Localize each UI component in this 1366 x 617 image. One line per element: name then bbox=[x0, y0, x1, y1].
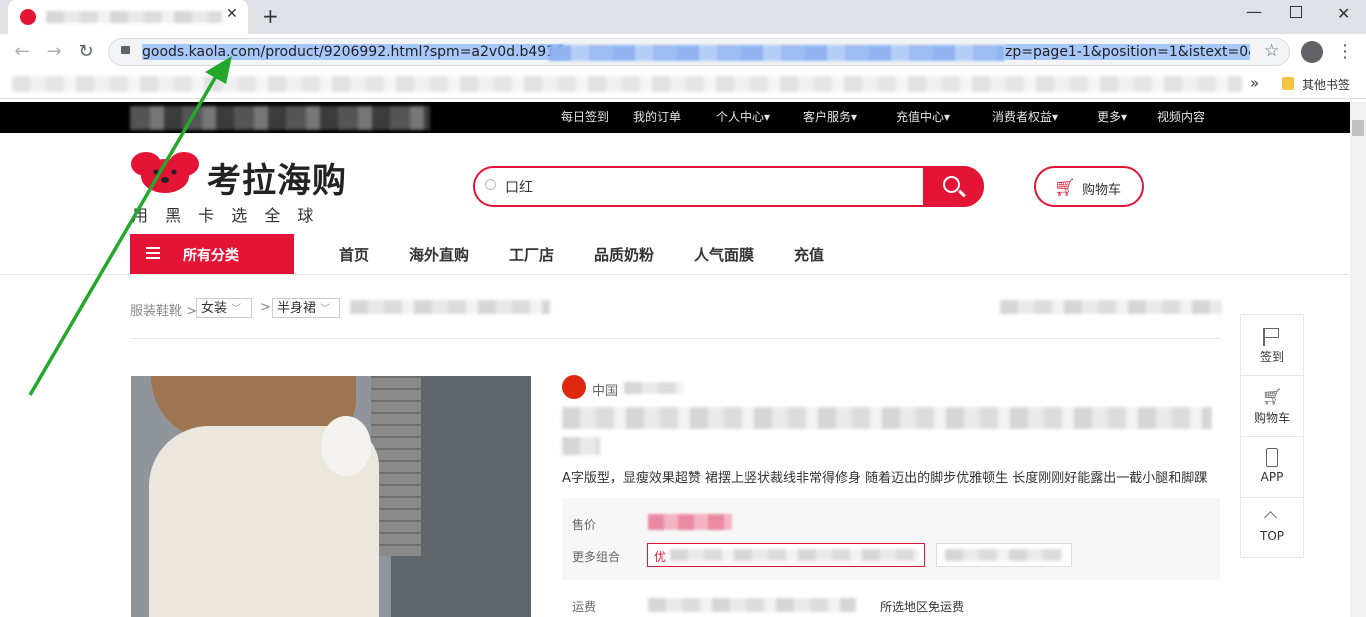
annotation-arrow bbox=[28, 56, 232, 396]
